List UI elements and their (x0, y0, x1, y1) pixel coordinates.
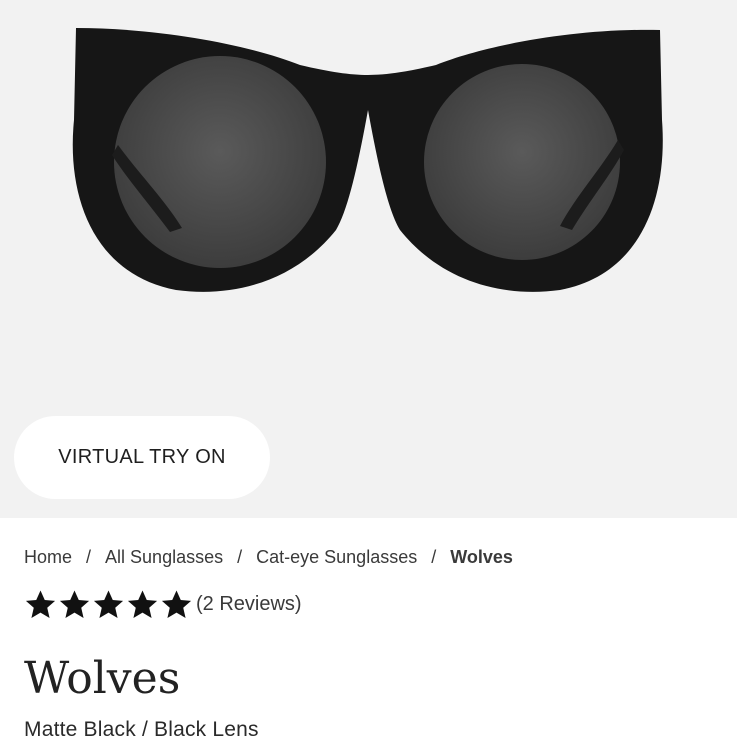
product-info: Home / All Sunglasses / Cat-eye Sunglass… (0, 547, 737, 742)
right-lens (424, 64, 620, 260)
virtual-try-on-label: VIRTUAL TRY ON (58, 446, 226, 468)
breadcrumb-separator: / (237, 547, 243, 567)
left-lens (114, 56, 326, 268)
breadcrumb-current: Wolves (450, 547, 513, 567)
product-title: Wolves (24, 653, 181, 704)
star-rating (24, 588, 193, 621)
breadcrumb-home-link[interactable]: Home (24, 547, 72, 568)
breadcrumb: Home / All Sunglasses / Cat-eye Sunglass… (24, 547, 713, 568)
product-image-hero: VIRTUAL TRY ON (0, 0, 737, 518)
rating-row: (2 Reviews) (24, 588, 713, 621)
product-variant: Matte Black / Black Lens (24, 718, 259, 741)
breadcrumb-cat-eye-link[interactable]: Cat-eye Sunglasses (256, 547, 417, 568)
breadcrumb-all-sunglasses-link[interactable]: All Sunglasses (105, 547, 223, 568)
breadcrumb-separator: / (86, 547, 92, 567)
star-icon (127, 590, 158, 618)
breadcrumb-separator: / (431, 547, 437, 567)
star-icon (161, 590, 192, 618)
reviews-link[interactable]: (2 Reviews) (196, 593, 302, 616)
virtual-try-on-button[interactable]: VIRTUAL TRY ON (14, 416, 270, 499)
star-icon (25, 590, 56, 618)
star-icon (59, 590, 90, 618)
star-icon (93, 590, 124, 618)
